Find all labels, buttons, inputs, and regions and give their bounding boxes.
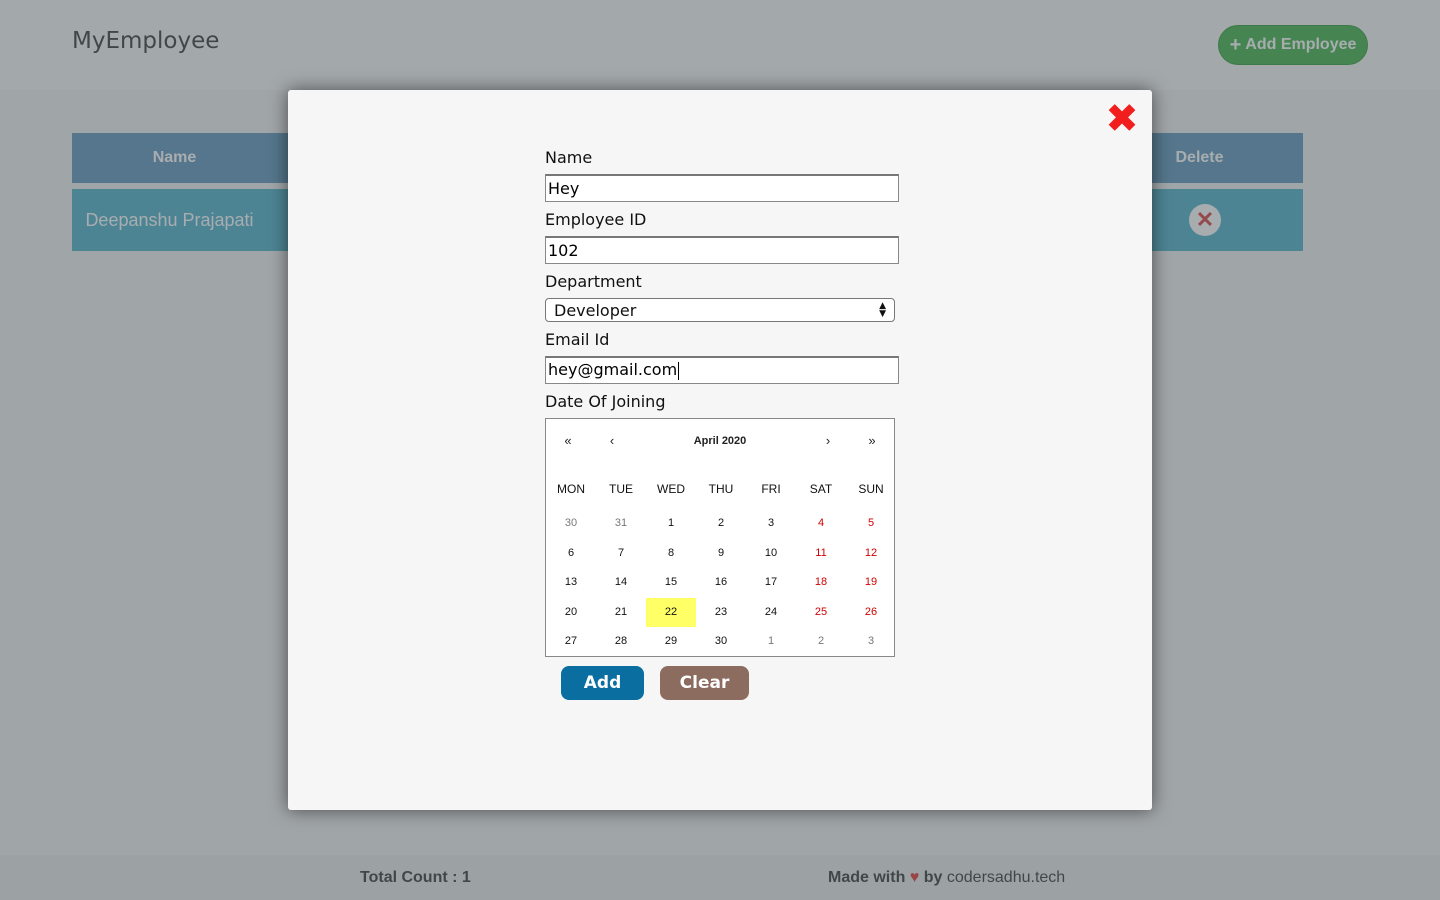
calendar-day[interactable]: 2 [796, 627, 846, 657]
calendar-day[interactable]: 11 [796, 539, 846, 569]
department-selected-value: Developer [554, 300, 637, 320]
add-button[interactable]: Add [561, 666, 644, 700]
department-select[interactable]: Developer ▲ ▼ [545, 298, 895, 322]
calendar-day[interactable]: 18 [796, 568, 846, 598]
calendar-day[interactable]: 6 [546, 539, 596, 569]
calendar-day[interactable]: 5 [846, 509, 896, 539]
weekday-label: MON [557, 482, 585, 496]
text-cursor [678, 361, 680, 380]
weekday-label: TUE [609, 482, 633, 496]
calendar-day[interactable]: 9 [696, 539, 746, 569]
calendar-day[interactable]: 1 [746, 627, 796, 657]
calendar-month-title[interactable]: April 2020 [646, 429, 794, 453]
date-of-joining-label: Date Of Joining [545, 392, 666, 411]
calendar-day[interactable]: 29 [646, 627, 696, 657]
calendar-day[interactable]: 22 [646, 597, 696, 628]
calendar-day[interactable]: 3 [846, 627, 896, 657]
email-label: Email Id [545, 330, 610, 349]
calendar-day[interactable]: 26 [846, 598, 896, 628]
calendar-day[interactable]: 28 [596, 627, 646, 657]
calendar-day[interactable]: 2 [696, 509, 746, 539]
department-label: Department [545, 272, 642, 291]
employee-id-input[interactable] [545, 236, 899, 264]
calendar-day[interactable]: 14 [596, 568, 646, 598]
calendar-navigation: « ‹ April 2020 › » [546, 429, 894, 453]
email-input[interactable]: hey@gmail.com [545, 356, 899, 384]
calendar-day[interactable]: 17 [746, 568, 796, 598]
select-arrows-icon: ▲ ▼ [879, 301, 886, 319]
weekday-label: WED [657, 482, 685, 496]
calendar-days-grid: 30 31 1 2 3 4 5 6 7 8 9 10 11 12 13 14 15 16 17 18 19 20 21 22 2… [546, 509, 894, 657]
calendar-day[interactable]: 3 [746, 509, 796, 539]
name-label: Name [545, 148, 593, 167]
close-icon[interactable]: ✖ [1105, 99, 1139, 139]
clear-button[interactable]: Clear [660, 666, 749, 700]
calendar: « ‹ April 2020 › » MON TUE WED THU FRI SAT SUN… [545, 418, 895, 657]
add-employee-modal: ✖ Name Employee ID Department Developer … [288, 90, 1152, 810]
employee-id-label: Employee ID [545, 210, 647, 229]
email-value: hey@gmail.com [548, 360, 678, 379]
calendar-day[interactable]: 15 [646, 568, 696, 598]
calendar-day[interactable]: 23 [696, 598, 746, 628]
weekday-label: SUN [858, 482, 884, 496]
weekday-header: MON TUE WED THU FRI SAT SUN [546, 482, 894, 496]
calendar-day[interactable]: 24 [746, 598, 796, 628]
name-input[interactable] [545, 174, 899, 202]
calendar-day[interactable]: 10 [746, 539, 796, 569]
calendar-day[interactable]: 27 [546, 627, 596, 657]
prev-month-button[interactable]: ‹ [590, 429, 634, 453]
calendar-day[interactable]: 21 [596, 598, 646, 628]
calendar-day[interactable]: 19 [846, 568, 896, 598]
calendar-day[interactable]: 30 [696, 627, 746, 657]
calendar-day[interactable]: 25 [796, 598, 846, 628]
calendar-day[interactable]: 31 [596, 509, 646, 539]
weekday-label: FRI [761, 482, 781, 496]
calendar-day[interactable]: 4 [796, 509, 846, 539]
calendar-day[interactable]: 30 [546, 509, 596, 539]
next-year-button[interactable]: » [850, 429, 894, 453]
weekday-label: THU [708, 482, 734, 496]
calendar-day[interactable]: 20 [546, 598, 596, 628]
weekday-label: SAT [809, 482, 833, 496]
calendar-day[interactable]: 12 [846, 539, 896, 569]
calendar-day[interactable]: 16 [696, 568, 746, 598]
calendar-day[interactable]: 1 [646, 509, 696, 539]
calendar-day[interactable]: 13 [546, 568, 596, 598]
prev-year-button[interactable]: « [546, 429, 590, 453]
next-month-button[interactable]: › [806, 429, 850, 453]
calendar-day[interactable]: 7 [596, 539, 646, 569]
calendar-day[interactable]: 8 [646, 539, 696, 569]
